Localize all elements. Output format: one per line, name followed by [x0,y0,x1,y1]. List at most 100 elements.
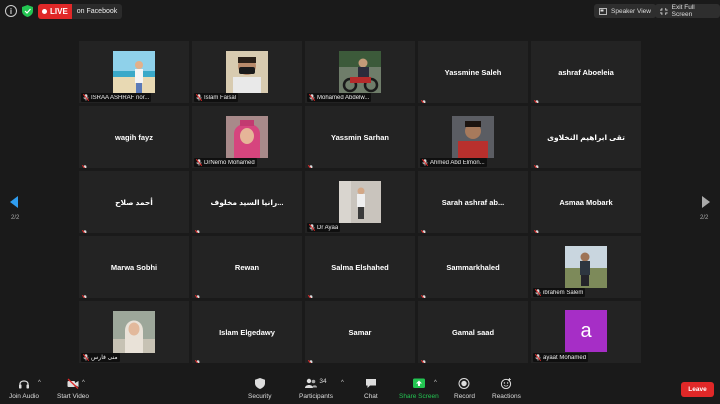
exit-full-screen-button[interactable]: Exit Full Screen [655,4,720,18]
muted-mic-icon [307,294,313,298]
participant-photo [113,311,155,353]
participant-tile[interactable]: ibrahem Salem [531,236,641,298]
participant-tile[interactable]: Marwa Sobhi [79,236,189,298]
chat-bubble-icon [365,379,376,388]
share-screen-button[interactable]: Share Screen [399,378,439,400]
next-page-arrow-icon[interactable] [702,196,710,208]
participant-name: Dr Ayaa [317,224,339,231]
live-status-badge[interactable]: LIVE on Facebook [38,4,123,19]
participant-tile[interactable]: Sarah ashraf ab... [418,171,528,233]
speaker-view-label: Speaker View [611,7,651,15]
muted-mic-icon [83,94,89,101]
participant-tile[interactable]: Yassmin Sarhan [305,106,415,168]
participant-tile[interactable]: تقى ابراهيم النخلاوى [531,106,641,168]
muted-mic-icon [420,289,427,298]
previous-page-arrow-icon[interactable] [10,196,18,208]
chat-button[interactable]: Chat [364,378,378,400]
muted-mic-icon [533,94,540,103]
participant-photo [452,116,494,158]
record-label: Record [454,393,475,400]
muted-mic-icon [307,164,313,168]
participant-name-label: DrNemo Mohamed [194,158,257,167]
participants-button[interactable]: 34 Participants [299,378,333,400]
muted-mic-icon [533,99,539,103]
participant-name: Islam Faisal [204,94,237,101]
speaker-view-icon [599,7,607,15]
video-options-caret-icon[interactable]: ^ [82,380,85,386]
exit-full-screen-icon [660,7,668,15]
shield-icon[interactable] [22,5,33,17]
muted-mic-icon [81,224,88,233]
participant-tile[interactable]: a ayaat Mohamed [531,301,641,363]
muted-mic-icon [535,289,541,296]
participant-name: Yassmine Saleh [444,67,502,77]
muted-mic-icon [533,164,539,168]
participant-photo [113,51,155,93]
participant-tile[interactable]: Samar [305,301,415,363]
reactions-button[interactable]: Reactions [492,378,521,400]
start-video-label: Start Video [57,393,90,400]
participant-tile[interactable]: ISRAA ASHRAF nor... [79,41,189,103]
participant-photo [226,51,268,93]
participant-tile[interactable]: Asmaa Mobark [531,171,641,233]
participant-name: تقى ابراهيم النخلاوى [547,132,625,142]
info-icon[interactable]: i [5,5,17,17]
live-tag-text: LIVE [50,7,68,16]
participant-name: منى فارس [91,355,118,361]
leave-button[interactable]: Leave [681,382,714,397]
security-button[interactable]: Security [248,378,271,400]
muted-mic-icon [420,224,427,233]
participant-name: Sammarkhaled [446,262,500,272]
participant-name: ibrahem Salem [543,289,584,296]
participant-name-label: Ahmed Abd Elmon... [420,158,487,167]
muted-mic-icon [309,94,315,101]
participant-name: ashraf Aboeleia [558,67,614,77]
participant-tile[interactable]: Islam Faisal [192,41,302,103]
participants-icon [305,378,318,388]
participant-name-label: Mohamed Abdelw... [307,93,372,102]
muted-mic-icon [81,289,88,298]
page-indicator-left: 2/2 [11,215,20,221]
muted-mic-icon [194,224,201,233]
participant-tile[interactable]: Salma Elshahed [305,236,415,298]
participant-tile[interactable]: Gamal saad [418,301,528,363]
participant-name-label: منى فارس [81,353,120,362]
participant-tile[interactable]: Dr Ayaa [305,171,415,233]
participant-tile[interactable]: Sammarkhaled [418,236,528,298]
live-tag: LIVE [38,4,72,19]
participant-gallery: ISRAA ASHRAF nor... Islam Faisal Mohamed A… [79,41,641,363]
muted-mic-icon [194,294,200,298]
participant-tile[interactable]: wagih fayz [79,106,189,168]
share-options-caret-icon[interactable]: ^ [434,380,437,386]
participant-tile[interactable]: رانيا السيد مخلوف... [192,171,302,233]
participant-tile[interactable]: ashraf Aboeleia [531,41,641,103]
participant-tile[interactable]: Islam Elgedawy [192,301,302,363]
participant-tile[interactable]: منى فارس [79,301,189,363]
security-label: Security [248,393,272,400]
participant-name: Yassmin Sarhan [331,132,389,142]
speaker-view-button[interactable]: Speaker View [594,4,656,18]
reactions-smiley-icon [501,378,512,389]
participants-options-caret-icon[interactable]: ^ [341,380,344,386]
participant-tile[interactable]: Rewan [192,236,302,298]
muted-mic-icon [81,164,87,168]
muted-mic-icon [533,224,540,233]
participant-tile[interactable]: Yassmine Saleh [418,41,528,103]
participant-name: Sarah ashraf ab... [441,197,505,207]
participant-tile[interactable]: DrNemo Mohamed [192,106,302,168]
participant-tile[interactable]: أحمد صلاح [79,171,189,233]
participant-name: Salma Elshahed [331,262,389,272]
join-audio-button[interactable]: Join Audio [9,378,39,400]
muted-mic-icon [307,289,314,298]
participant-photo [226,116,268,158]
audio-options-caret-icon[interactable]: ^ [38,380,41,386]
participant-name: ayaat Mohamed [543,354,587,361]
muted-mic-icon [309,224,315,231]
muted-mic-icon [533,159,540,168]
participant-tile[interactable]: Mohamed Abdelw... [305,41,415,103]
participant-name-label: ayaat Mohamed [533,353,589,362]
participant-tile[interactable]: Ahmed Abd Elmon... [418,106,528,168]
video-off-icon [67,378,79,389]
record-button[interactable]: Record [454,378,475,400]
participant-name-label: Dr Ayaa [307,223,341,232]
